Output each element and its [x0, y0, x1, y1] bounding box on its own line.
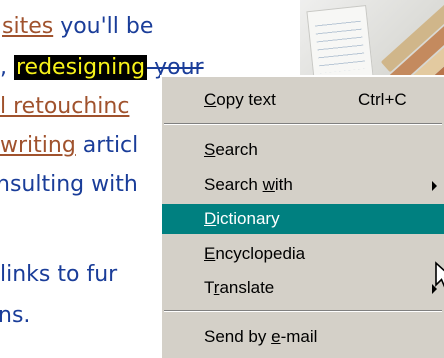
arrow-cursor-icon — [435, 261, 444, 288]
menu-item-label-post: anslate — [219, 278, 275, 297]
text-line: nsulting with — [0, 170, 138, 200]
text-fragment: ns. — [0, 303, 31, 328]
menu-item-label-post: -mail — [280, 327, 318, 346]
menu-item-copy-text[interactable]: Copy text Ctrl+C — [162, 85, 444, 115]
menu-item-accelerator: S — [204, 140, 216, 159]
menu-item-accelerator: C — [204, 90, 217, 109]
menu-item-accelerator: D — [204, 209, 217, 228]
link-further[interactable]: links to fur — [0, 262, 117, 287]
highlighted-word[interactable]: redesigning — [14, 55, 148, 80]
menu-item-label-post: ith — [274, 175, 293, 194]
menu-item-search[interactable]: Search — [162, 135, 444, 165]
text-line: ns. — [0, 301, 30, 331]
text-fragment: , — [0, 55, 14, 80]
menu-item-accelerator: e — [271, 327, 281, 346]
text-line: l retouchinc — [0, 92, 129, 122]
menu-item-search-with[interactable]: Search with — [162, 170, 444, 200]
menu-item-label-post: ncyclopedia — [215, 244, 306, 263]
menu-item-label-post: opy text — [216, 90, 276, 109]
text-line: links to fur — [0, 260, 117, 290]
menu-item-label-pre: Search — [204, 175, 263, 194]
text-fragment: you'll be — [53, 14, 154, 39]
menu-item-label-post: ictionary — [216, 209, 280, 228]
menu-item-encyclopedia[interactable]: Encyclopedia — [162, 239, 444, 269]
link-sites[interactable]: sites — [2, 14, 53, 39]
image-paper-sheet — [306, 5, 374, 83]
submenu-arrow-icon — [432, 181, 437, 191]
menu-item-accelerator: w — [262, 175, 275, 194]
link-writing[interactable]: writing — [0, 133, 76, 158]
menu-item-label-pre: Send by — [204, 327, 272, 346]
menu-item-shortcut: Ctrl+C — [358, 90, 407, 109]
text-line: writing articl — [0, 131, 138, 161]
menu-item-translate[interactable]: Translate — [162, 273, 444, 303]
text-fragment: articl — [75, 133, 139, 158]
menu-item-send-by-email[interactable]: Send by e-mail — [162, 322, 444, 352]
text-fragment: nsulting with — [0, 172, 138, 197]
text-line: sites you'll be — [2, 12, 153, 42]
menu-item-dictionary[interactable]: Dictionary — [162, 204, 444, 234]
menu-item-accelerator: E — [204, 244, 216, 263]
link-retouching[interactable]: l retouchinc — [0, 94, 129, 119]
menu-item-label-post: earch — [215, 140, 258, 159]
menu-separator — [164, 310, 442, 312]
context-menu: Copy text Ctrl+C Search Search with Dict… — [160, 75, 444, 358]
menu-item-label-pre: T — [204, 278, 214, 297]
menu-separator — [164, 123, 442, 125]
page: sites you'll be , redesigning your l ret… — [0, 0, 444, 358]
